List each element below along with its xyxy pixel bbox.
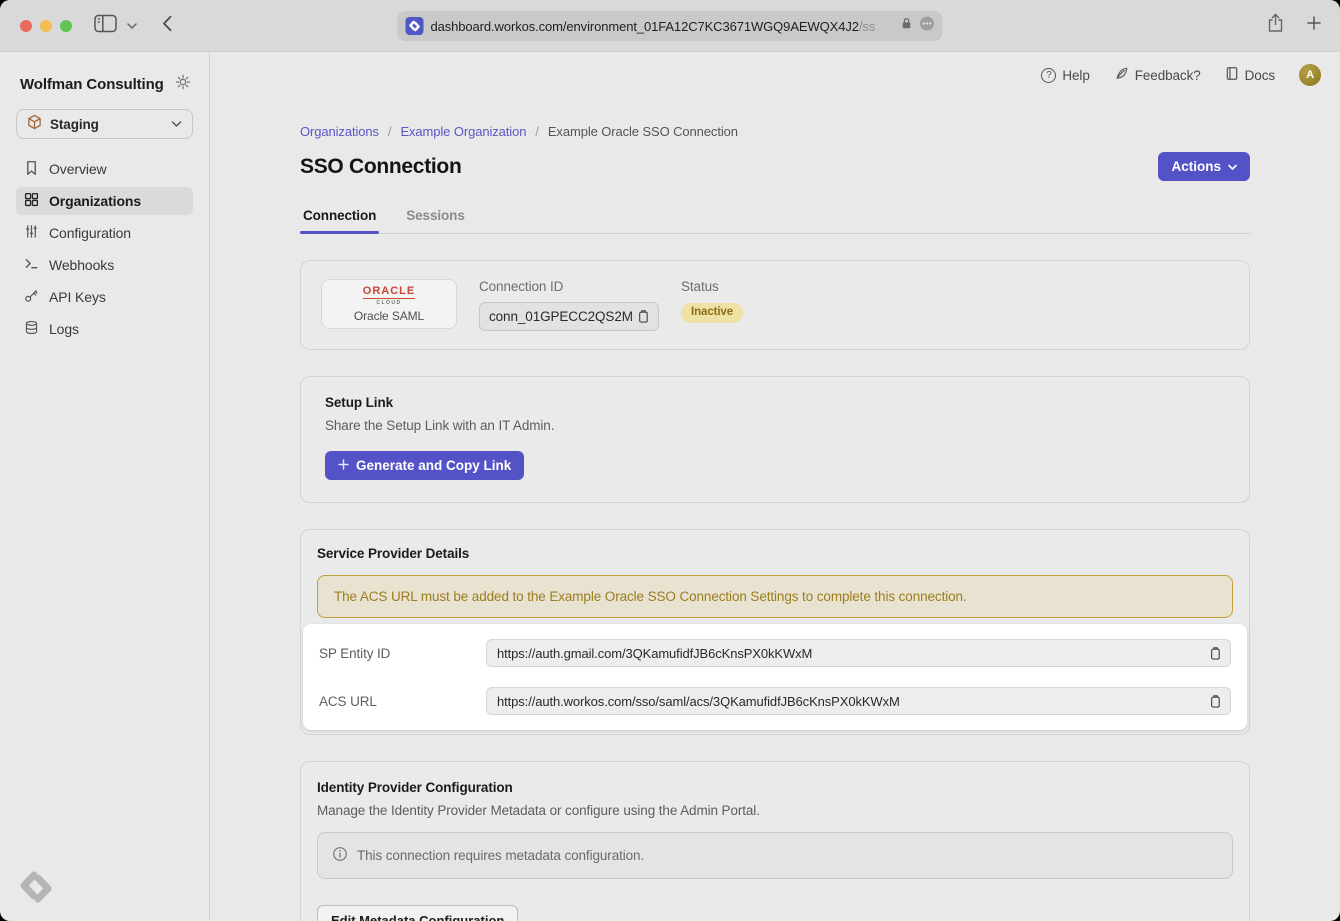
avatar[interactable]: A xyxy=(1299,64,1321,86)
edit-metadata-button[interactable]: Edit Metadata Configuration xyxy=(317,905,518,921)
environment-select[interactable]: Staging xyxy=(16,109,193,139)
sidebar-item-label: Overview xyxy=(49,161,107,177)
provider-logo-box: ORACLE CLOUD Oracle SAML xyxy=(321,279,457,329)
status-badge: Inactive xyxy=(681,303,743,323)
actions-button[interactable]: Actions xyxy=(1158,152,1250,181)
status-label: Status xyxy=(681,279,743,294)
sidebar-nav: Overview Organizations Configuration xyxy=(0,155,209,343)
setup-link-title: Setup Link xyxy=(325,395,1225,410)
acs-url-label: ACS URL xyxy=(319,694,486,709)
copy-icon[interactable] xyxy=(1206,644,1224,663)
breadcrumb-link-organizations[interactable]: Organizations xyxy=(300,124,379,139)
sidebar-item-label: Configuration xyxy=(49,225,131,241)
breadcrumb-link-example-organization[interactable]: Example Organization xyxy=(400,124,526,139)
traffic-lights xyxy=(20,20,72,32)
tabs: Connection Sessions xyxy=(300,208,1250,234)
back-icon[interactable] xyxy=(161,15,173,37)
service-provider-title: Service Provider Details xyxy=(301,546,1249,561)
sidebar-item-label: API Keys xyxy=(49,289,106,305)
connection-id-label: Connection ID xyxy=(479,279,659,294)
idp-title: Identity Provider Configuration xyxy=(317,780,1233,795)
sidebar-item-label: Webhooks xyxy=(49,257,114,273)
sidebar-item-configuration[interactable]: Configuration xyxy=(16,219,193,247)
workos-logo xyxy=(20,871,52,908)
main-area: Help Feedback? Docs A xyxy=(210,52,1340,920)
tab-sessions[interactable]: Sessions xyxy=(403,208,467,233)
sidebar-item-organizations[interactable]: Organizations xyxy=(16,187,193,215)
zoom-window-button[interactable] xyxy=(60,20,72,32)
acs-url-row: ACS URL https://auth.workos.com/sso/saml… xyxy=(319,681,1231,721)
connection-id-field[interactable]: conn_01GPECC2QS2MWF xyxy=(479,302,659,331)
provider-name: Oracle SAML xyxy=(354,310,424,322)
share-icon[interactable] xyxy=(1267,13,1284,38)
terminal-icon xyxy=(24,256,39,274)
setup-link-card: Setup Link Share the Setup Link with an … xyxy=(300,376,1250,503)
copy-icon[interactable] xyxy=(634,307,652,326)
browser-titlebar: dashboard.workos.com/environment_01FA12C… xyxy=(0,0,1340,52)
grid-icon xyxy=(24,192,39,210)
workos-favicon xyxy=(406,17,424,35)
oracle-logo: ORACLE xyxy=(363,286,415,299)
environment-label: Staging xyxy=(50,117,163,132)
acs-warning-banner: The ACS URL must be added to the Example… xyxy=(317,575,1233,618)
sp-entity-id-label: SP Entity ID xyxy=(319,646,486,661)
idp-configuration-card: Identity Provider Configuration Manage t… xyxy=(300,761,1250,921)
help-icon xyxy=(1041,68,1056,83)
breadcrumb: Organizations / Example Organization / E… xyxy=(300,124,1250,139)
plus-icon xyxy=(338,458,349,473)
workspace-name: Wolfman Consulting xyxy=(20,76,164,93)
sidebar-item-overview[interactable]: Overview xyxy=(16,155,193,183)
key-icon xyxy=(24,288,39,306)
sidebar-item-label: Organizations xyxy=(49,193,141,209)
gear-icon[interactable] xyxy=(175,74,191,95)
sidebar-item-api-keys[interactable]: API Keys xyxy=(16,283,193,311)
setup-link-description: Share the Setup Link with an IT Admin. xyxy=(325,418,1225,433)
sidebar-item-webhooks[interactable]: Webhooks xyxy=(16,251,193,279)
new-tab-icon[interactable] xyxy=(1306,15,1322,36)
idp-description: Manage the Identity Provider Metadata or… xyxy=(317,803,1233,818)
help-link[interactable]: Help xyxy=(1041,68,1089,83)
sp-entity-id-field[interactable]: https://auth.gmail.com/3QKamufidfJB6cKns… xyxy=(486,639,1231,667)
main-header: Help Feedback? Docs A xyxy=(1041,64,1321,86)
sidebar-toggle-icon[interactable] xyxy=(94,14,117,38)
sidebar-item-label: Logs xyxy=(49,321,79,337)
more-options-icon[interactable] xyxy=(920,16,935,36)
sidebar: Wolfman Consulting Staging xyxy=(0,52,210,920)
chevron-down-icon[interactable] xyxy=(127,17,137,35)
tab-connection[interactable]: Connection xyxy=(300,208,379,233)
bookmark-icon xyxy=(24,160,39,179)
acs-url-field[interactable]: https://auth.workos.com/sso/saml/acs/3QK… xyxy=(486,687,1231,715)
database-icon xyxy=(24,320,39,338)
sliders-icon xyxy=(24,224,39,242)
close-window-button[interactable] xyxy=(20,20,32,32)
connection-summary-card: ORACLE CLOUD Oracle SAML Connection ID c… xyxy=(300,260,1250,350)
browser-window: dashboard.workos.com/environment_01FA12C… xyxy=(0,0,1340,921)
chevron-down-icon xyxy=(1228,159,1237,174)
metadata-notice: This connection requires metadata config… xyxy=(317,832,1233,879)
info-icon xyxy=(332,846,348,865)
page-title: SSO Connection xyxy=(300,155,461,179)
service-provider-fields: SP Entity ID https://auth.gmail.com/3QKa… xyxy=(303,624,1247,730)
feedback-link[interactable]: Feedback? xyxy=(1114,66,1201,84)
chevron-down-icon xyxy=(171,115,182,133)
sp-entity-id-row: SP Entity ID https://auth.gmail.com/3QKa… xyxy=(319,633,1231,673)
copy-icon[interactable] xyxy=(1206,692,1224,711)
url-bar[interactable]: dashboard.workos.com/environment_01FA12C… xyxy=(398,11,943,41)
sidebar-item-logs[interactable]: Logs xyxy=(16,315,193,343)
url-text: dashboard.workos.com/environment_01FA12C… xyxy=(431,19,894,34)
minimize-window-button[interactable] xyxy=(40,20,52,32)
generate-copy-link-button[interactable]: Generate and Copy Link xyxy=(325,451,524,480)
breadcrumb-current: Example Oracle SSO Connection xyxy=(548,124,738,139)
service-provider-card: Service Provider Details The ACS URL mus… xyxy=(300,529,1250,735)
cube-icon xyxy=(27,114,42,135)
book-icon xyxy=(1225,66,1239,84)
docs-link[interactable]: Docs xyxy=(1225,66,1275,84)
feather-icon xyxy=(1114,66,1129,84)
lock-icon xyxy=(901,17,913,35)
